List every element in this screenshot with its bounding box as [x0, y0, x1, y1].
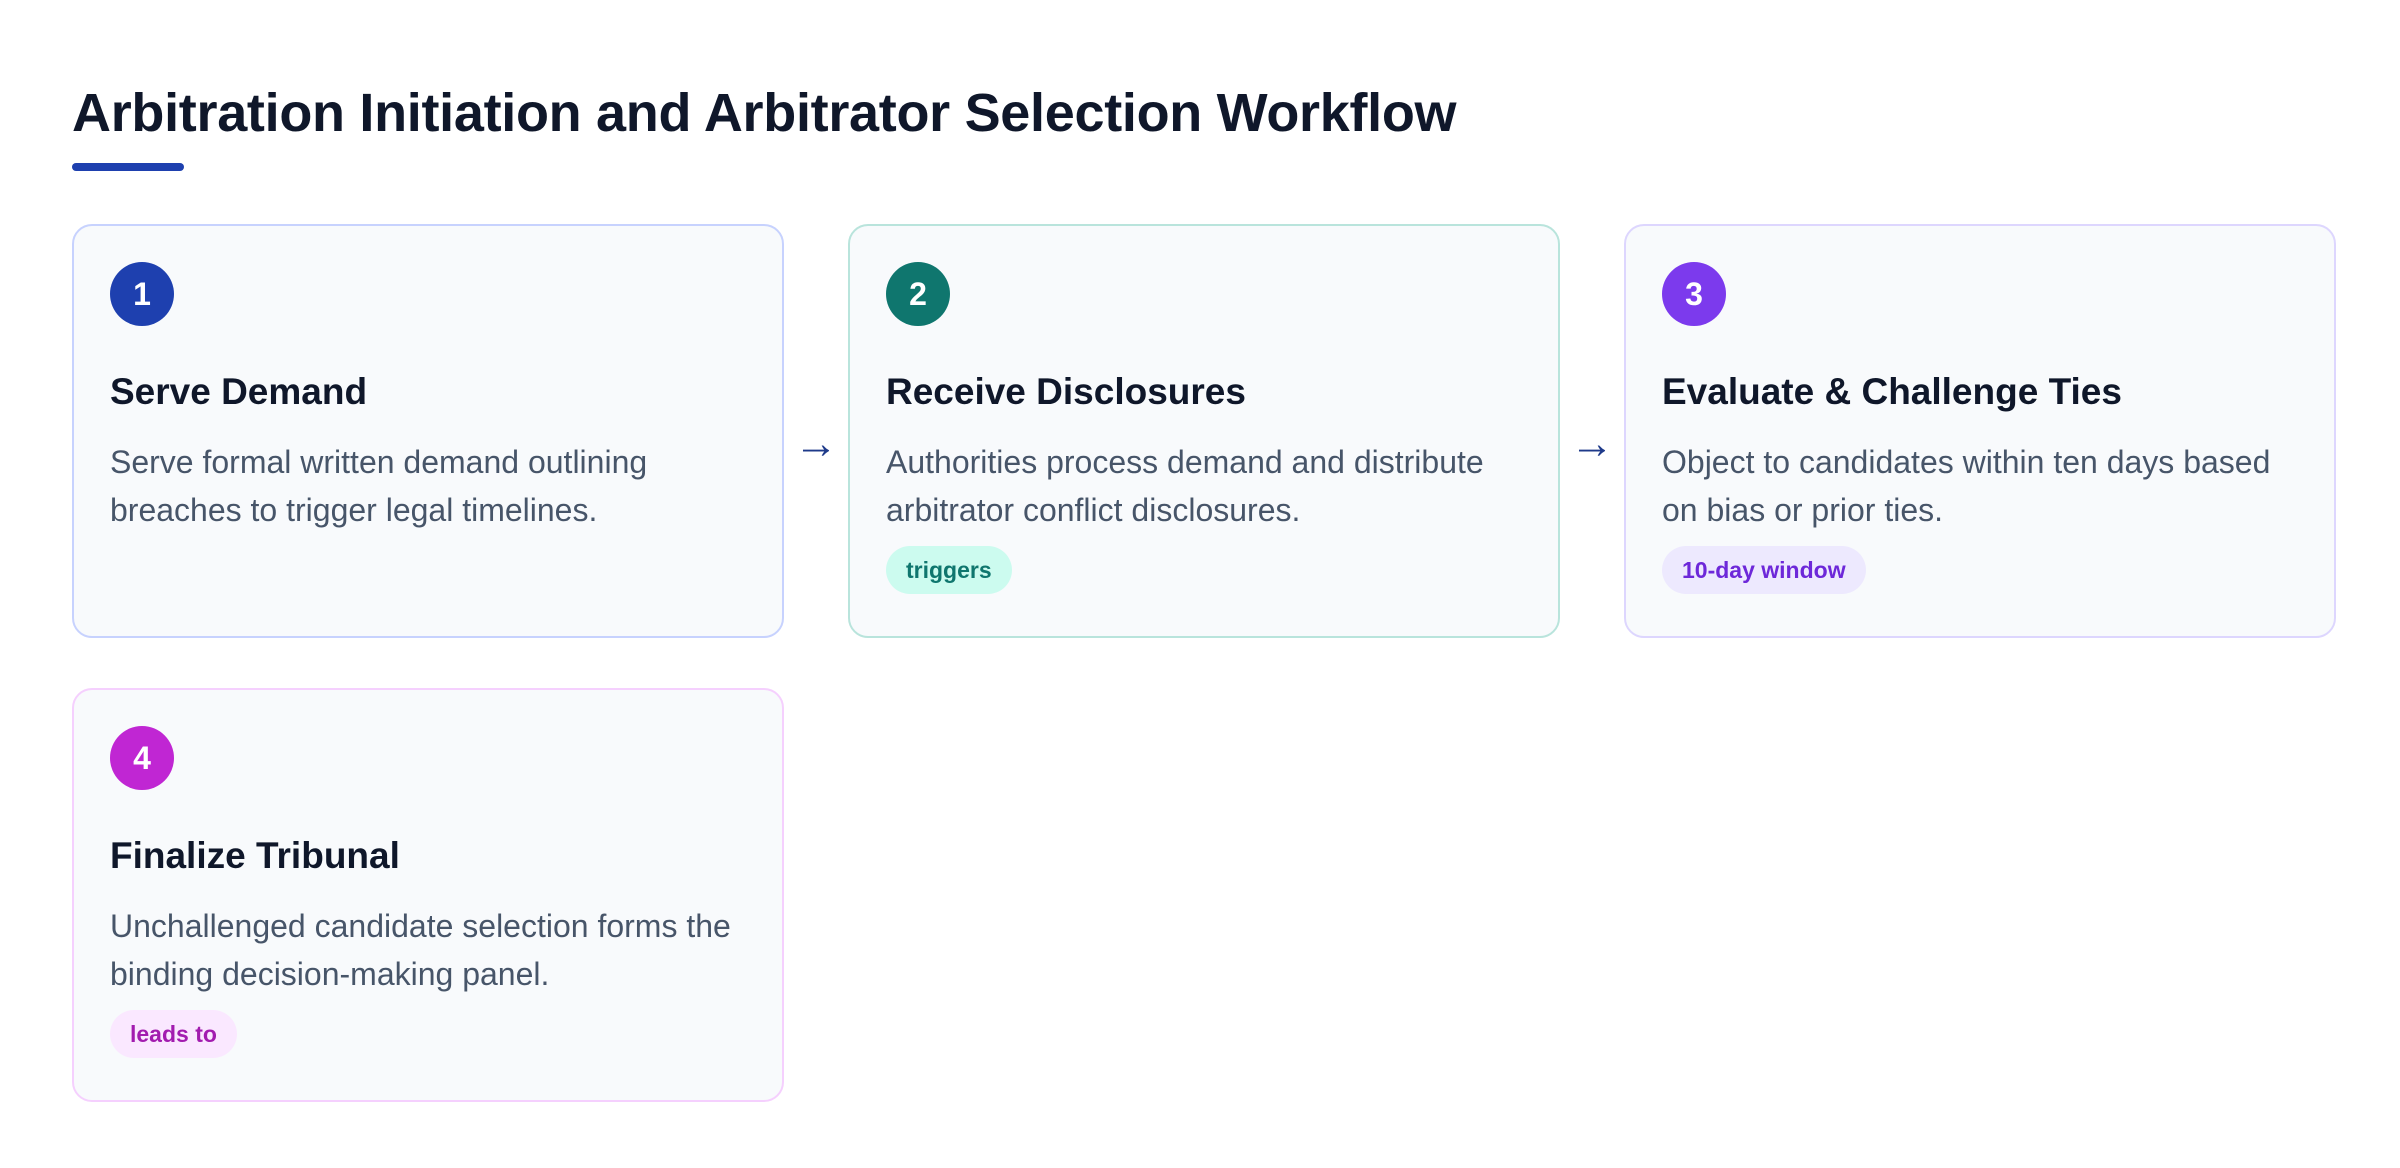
- step-tag: leads to: [110, 1010, 237, 1059]
- step-card-1: 1 Serve Demand Serve formal written dema…: [72, 224, 784, 638]
- arrow-right-icon: →: [794, 419, 838, 468]
- step-title: Receive Disclosures: [886, 371, 1246, 412]
- step-tag: triggers: [886, 546, 1012, 595]
- step-tag: 10-day window: [1662, 546, 1866, 595]
- step-card-3: 3 Evaluate & Challenge Ties Object to ca…: [1624, 224, 2336, 638]
- step-number-badge: 1: [110, 262, 174, 326]
- step-card-4: 4 Finalize Tribunal Unchallenged candida…: [72, 688, 784, 1102]
- step-title: Evaluate & Challenge Ties: [1662, 371, 2122, 412]
- step-number-badge: 4: [110, 726, 174, 790]
- step-title: Serve Demand: [110, 371, 368, 412]
- step-description: Object to candidates within ten days bas…: [1662, 444, 2271, 529]
- step-number-badge: 2: [886, 262, 950, 326]
- arrow-right-icon: →: [1570, 419, 1614, 468]
- step-description: Serve formal written demand outlining br…: [110, 444, 648, 529]
- step-number-badge: 3: [1662, 262, 1726, 326]
- step-card-2: 2 Receive Disclosures Authorities proces…: [848, 224, 1560, 638]
- page-title: Arbitration Initiation and Arbitrator Se…: [72, 83, 1457, 143]
- workflow-page: Arbitration Initiation and Arbitrator Se…: [0, 0, 2400, 1168]
- step-title: Finalize Tribunal: [110, 835, 400, 876]
- step-description: Unchallenged candidate selection forms t…: [110, 908, 731, 993]
- title-underline: [72, 163, 184, 172]
- step-description: Authorities process demand and distribut…: [886, 444, 1484, 529]
